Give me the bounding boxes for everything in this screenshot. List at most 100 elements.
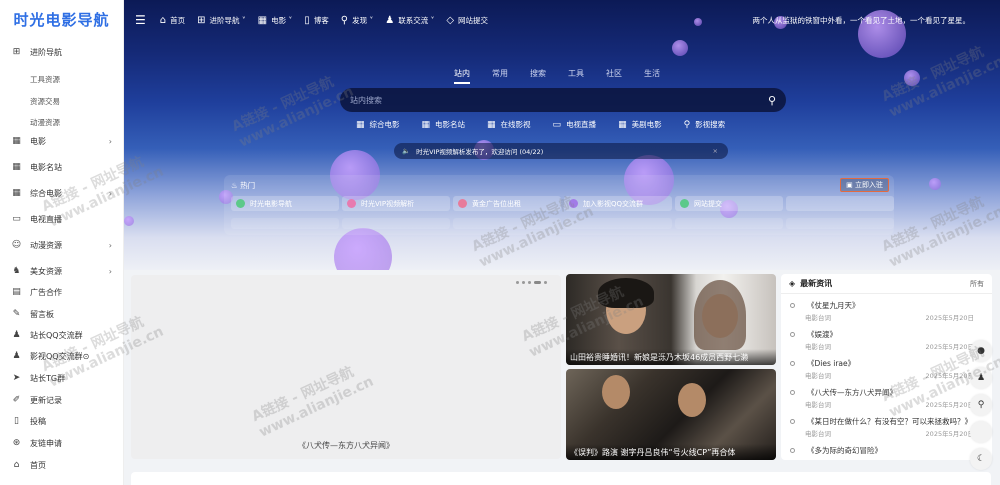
list-item-title[interactable]: 《娱渡》 [807, 329, 837, 340]
site-logo[interactable]: 时光电影导航 [0, 0, 123, 38]
search-tab[interactable]: 搜索 [530, 68, 546, 84]
sidebar-item[interactable]: ▤ 广告合作 [0, 284, 123, 300]
sidebar-item[interactable]: ▭ 电视直播 [0, 211, 123, 227]
list-item[interactable]: 《仗星九月天》 电影台词 2025年5月20日 [781, 298, 992, 327]
search-engine-option[interactable]: ▦ 电影名站 [422, 119, 466, 130]
search-tab[interactable]: 常用 [492, 68, 508, 84]
tv-icon: ▭ [552, 119, 562, 130]
sidebar-item-label: 友链申请 [30, 438, 62, 448]
hot-item[interactable]: 加入影视QQ交流群 [564, 196, 672, 211]
film-icon: ▦ [12, 188, 21, 198]
list-item-title[interactable]: 《八犬传—东方八犬异闻》 [807, 387, 897, 398]
list-item-title[interactable]: 《Dies irae》 [807, 358, 855, 369]
qq-icon[interactable]: ♟ [970, 367, 992, 389]
list-item-title[interactable]: 《仗星九月天》 [807, 300, 860, 311]
latest-header: ◈ 最新资讯 所有 [781, 274, 992, 294]
join-button[interactable]: ▣ 立即入驻 [840, 178, 889, 192]
list-item-category: 电影台词 [805, 314, 831, 322]
search-tab[interactable]: 工具 [568, 68, 584, 84]
diamond-icon: ◇ [446, 14, 455, 26]
menu-icon[interactable]: ☰ [135, 13, 146, 27]
hot-item-icon [236, 199, 245, 208]
sidebar-subitem[interactable]: 工具资源 [30, 74, 60, 85]
top-nav-label: 进阶导航 ˅ [209, 15, 246, 25]
featured-carousel[interactable]: 《八犬传—东方八犬异闻》 [131, 275, 561, 459]
hot-item[interactable]: 时光电影导航 [231, 196, 339, 211]
sidebar-item[interactable]: ♟ 影视QQ交流群⊙ [0, 348, 123, 364]
search-engine-option[interactable]: ▦ 综合电影 [356, 119, 400, 130]
list-item-date: 2025年5月20日 [925, 401, 974, 409]
qq-icon: ♟ [12, 330, 21, 340]
sidebar-item[interactable]: ▦ 综合电影 › [0, 185, 123, 201]
top-nav-item[interactable]: ▯ 博客 [304, 15, 329, 26]
carousel-caption[interactable]: 《八犬传—东方八犬异闻》 [131, 440, 561, 451]
hot-item[interactable]: 黄金广告位出租 [453, 196, 561, 211]
chevron-right-icon: › [108, 266, 112, 276]
list-item[interactable]: 《多为际的奇幻冒险》 [781, 443, 992, 460]
notice-bar[interactable]: 🔈 时光VIP视频解析发布了，欢迎访问 (04/22) × [394, 143, 728, 159]
news-card[interactable]: 山田裕贵睡婚讯！新娘是泺乃木坂46成员西野七濑 [566, 274, 776, 365]
hot-item-placeholder [786, 218, 894, 229]
search-engine-label: 电影名站 [435, 120, 466, 129]
carousel-dots[interactable] [513, 281, 547, 284]
sidebar-item[interactable]: ▦ 电影 › [0, 133, 123, 149]
content-strip [131, 472, 991, 485]
search-icon[interactable]: ⚲ [768, 94, 776, 107]
top-nav-item[interactable]: ♟ 联系交流 ˅ [385, 15, 434, 26]
sidebar-item[interactable]: ☺ 动漫资源 › [0, 237, 123, 253]
search-input[interactable]: 站内搜索 ⚲ [340, 88, 786, 112]
blank-icon[interactable] [970, 421, 992, 443]
sidebar-item[interactable]: ✐ 更新记录 [0, 392, 123, 408]
search-icon[interactable]: ⚲ [970, 394, 992, 416]
search-tab[interactable]: 站内 [454, 68, 470, 84]
sidebar-item[interactable]: ♟ 站长QQ交流群 [0, 327, 123, 343]
sidebar-item[interactable]: ⊞ 进阶导航 [0, 44, 123, 60]
list-item-title[interactable]: 《多为际的奇幻冒险》 [807, 445, 882, 456]
hot-item[interactable]: 时光VIP视频解析 [342, 196, 450, 211]
film-icon: ▦ [487, 119, 496, 130]
search-engine-option[interactable]: ▦ 美剧电影 [618, 119, 662, 130]
hot-item-label: 加入影视QQ交流群 [583, 199, 644, 208]
search-tab[interactable]: 生活 [644, 68, 660, 84]
sidebar-subitem[interactable]: 资源交易 [30, 96, 60, 107]
search-engine-option[interactable]: ▦ 在线影视 [487, 119, 531, 130]
search-tabs: 站内 常用 搜索 工具 社区 生活 [454, 68, 682, 84]
list-item-category: 电影台词 [805, 372, 831, 380]
search-tab[interactable]: 社区 [606, 68, 622, 84]
list-item[interactable]: 《娱渡》 电影台词 2025年5月20日 [781, 327, 992, 356]
close-icon[interactable]: × [713, 147, 718, 155]
wechat-icon[interactable]: ● [970, 340, 992, 362]
film-icon: ▦ [618, 119, 627, 130]
sidebar-item-label: 站长QQ交流群 [30, 330, 83, 340]
top-nav-item[interactable]: ⊞ 进阶导航 ˅ [197, 15, 246, 26]
news-card[interactable]: 《误判》路演 谢字丹吕良伟“号火线CP”再合体 [566, 369, 776, 460]
top-nav-label: 网站提交 [458, 15, 489, 25]
sidebar-item[interactable]: ✎ 留言板 [0, 306, 123, 322]
top-nav-item[interactable]: ◇ 网站提交 [446, 15, 488, 26]
list-item-title[interactable]: 《某日时在做什么？有没有空？可以来拯救吗？》 [807, 416, 972, 427]
top-nav-item[interactable]: ⌂ 首页 [160, 15, 185, 26]
hot-item-label: 时光VIP视频解析 [361, 199, 415, 208]
top-nav-label: 电影 ˅ [271, 15, 293, 25]
search-engine-option[interactable]: ▭ 电视直播 [553, 119, 597, 130]
top-nav-item[interactable]: ⚲ 发现 ˅ [341, 15, 373, 26]
hot-item[interactable]: 网站提交 [675, 196, 783, 211]
sidebar-item-label: 留言板 [30, 309, 54, 319]
sidebar-item[interactable]: ♞ 美女资源 › [0, 263, 123, 279]
person-icon: ♞ [12, 266, 21, 276]
all-link[interactable]: 所有 [970, 279, 984, 289]
sidebar-subitem[interactable]: 动漫资源 [30, 117, 60, 128]
list-item[interactable]: 《八犬传—东方八犬异闻》 电影台词 2025年5月20日 [781, 385, 992, 414]
moon-icon[interactable]: ☾ [970, 448, 992, 470]
sidebar-item[interactable]: ⌂ 首页 [0, 457, 123, 473]
tagline: 两个人从监狱的铁窗中外看，一个看见了土地，一个看见了星星。 [752, 16, 971, 25]
sidebar-item[interactable]: ⊛ 友链申请 [0, 435, 123, 451]
search-engine-option[interactable]: ⚲ 影视搜索 [684, 119, 726, 130]
top-nav-item[interactable]: ▦ 电影 ˅ [258, 15, 293, 26]
sidebar-item[interactable]: ➤ 站长TG群 [0, 370, 123, 386]
list-item[interactable]: 《某日时在做什么？有没有空？可以来拯救吗？》 电影台词 2025年5月20日 [781, 414, 992, 443]
ad-icon: ▤ [12, 287, 21, 297]
list-item[interactable]: 《Dies irae》 电影台词 2025年5月20日 [781, 356, 992, 385]
sidebar-item[interactable]: ▦ 电影名站 [0, 159, 123, 175]
sidebar-item[interactable]: ▯ 投稿 [0, 413, 123, 429]
